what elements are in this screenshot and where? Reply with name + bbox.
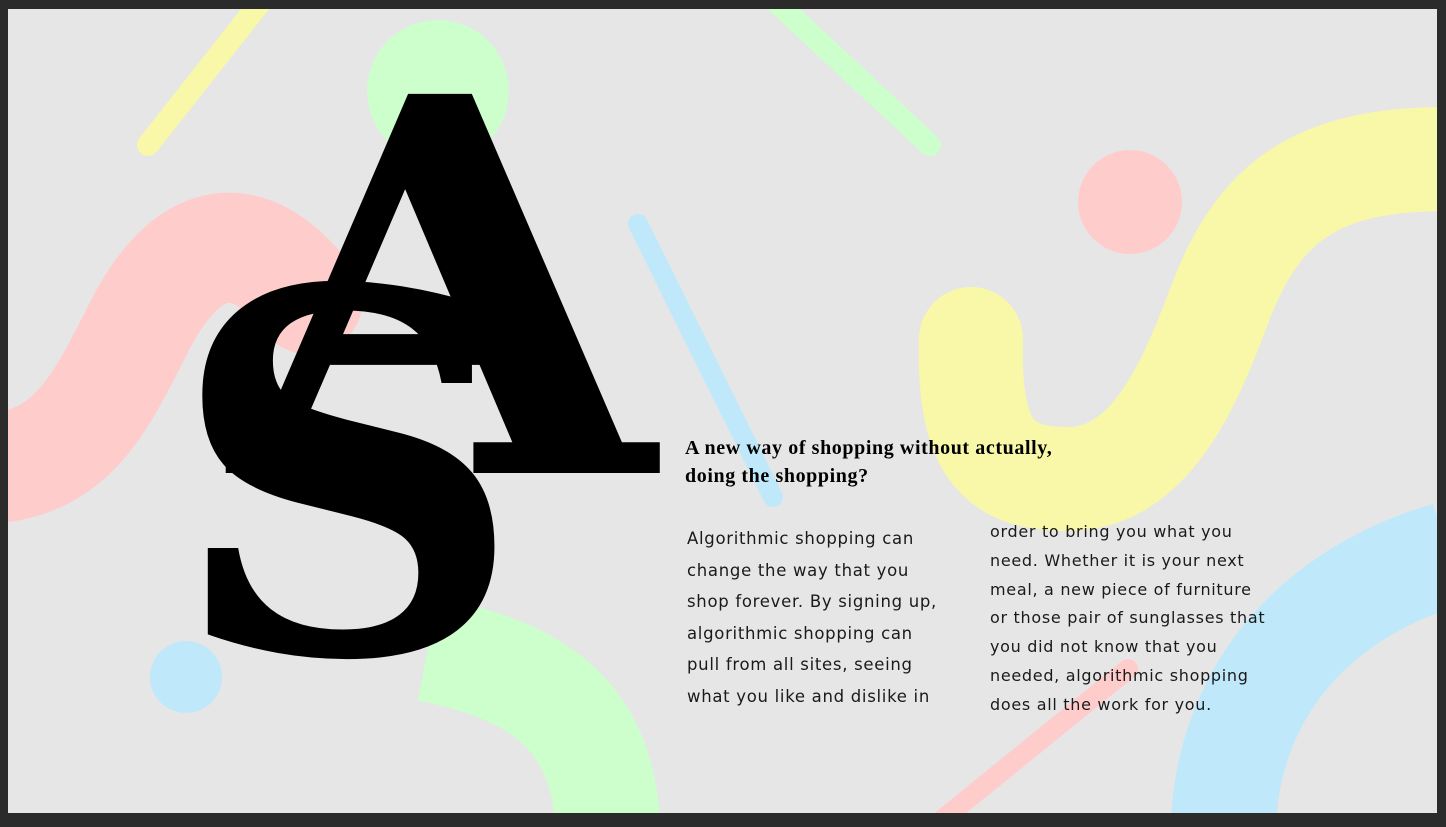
body-line: what you like and dislike in [687, 686, 930, 706]
body-line: shop forever. By signing up, [687, 592, 937, 611]
body-line: change the way that you [687, 560, 910, 580]
body-line: Algorithmic shopping can [687, 529, 915, 548]
body-line: meal, a new piece of furniture [990, 579, 1252, 599]
headline-line-1: A new way of shopping without actually, [685, 437, 1053, 459]
artboard: A S A new way of shopping without actual… [8, 9, 1437, 813]
body-line: algorithmic shopping can [687, 623, 913, 643]
body-line: needed, algorithmic shopping [990, 665, 1249, 685]
body-line: need. Whether it is your next [990, 550, 1245, 570]
headline: A new way of shopping without actually, … [685, 434, 1145, 490]
body-line: pull from all sites, seeing [687, 655, 913, 674]
body-line: or those pair of sunglasses that [990, 608, 1266, 628]
body-text-column-2: order to bring you what you need. Whethe… [990, 518, 1265, 720]
body-text-column-1: Algorithmic shopping can change the way … [687, 523, 937, 712]
monogram-letter-s: S [170, 183, 524, 770]
body-line: does all the work for you. [990, 694, 1212, 714]
headline-line-2: doing the shopping? [685, 465, 869, 487]
body-line: order to bring you what you [990, 522, 1233, 541]
body-line: you did not know that you [990, 637, 1218, 657]
